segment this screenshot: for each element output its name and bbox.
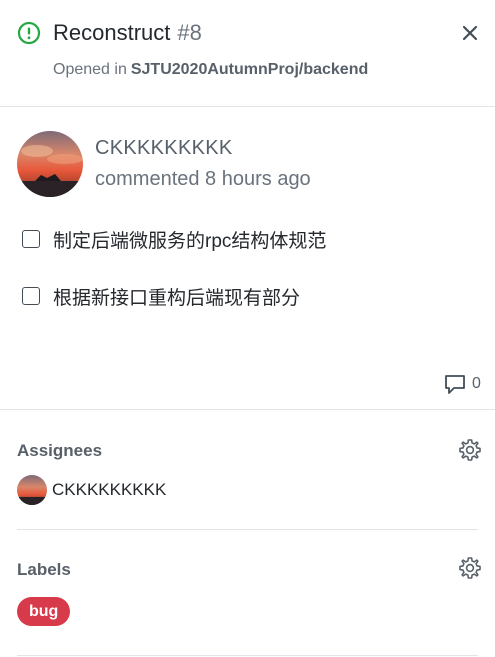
gear-icon[interactable] <box>458 556 482 580</box>
task-item: 制定后端微服务的rpc结构体规范 <box>22 227 327 252</box>
assignees-title: Assignees <box>17 441 103 460</box>
task-text: 根据新接口重构后端现有部分 <box>53 287 301 309</box>
assignees-section: Assignees CKKKKKKKKK <box>0 411 495 531</box>
issue-opened-icon <box>17 21 41 45</box>
section-divider <box>17 529 478 530</box>
task-item: 根据新接口重构后端现有部分 <box>22 284 301 309</box>
task-checkbox[interactable] <box>22 287 40 305</box>
task-text: 制定后端微服务的rpc结构体规范 <box>53 230 327 252</box>
label-bug[interactable]: bug <box>17 597 71 626</box>
issue-title-text: Reconstruct <box>53 20 171 45</box>
task-checkbox[interactable] <box>22 230 40 248</box>
close-icon[interactable] <box>459 22 481 44</box>
gear-icon[interactable] <box>458 438 482 462</box>
repo-link[interactable]: SJTU2020AutumnProj/backend <box>131 61 368 78</box>
issue-header: Reconstruct #8 Opened in SJTU2020AutumnPro… <box>0 0 495 107</box>
opened-in-label: Opened in <box>53 61 127 78</box>
labels-title: Labels <box>17 560 71 579</box>
comment-bubble-icon <box>445 375 465 394</box>
labels-section: Labels bug <box>0 531 495 657</box>
assignee-name: CKKKKKKKKK <box>52 480 167 499</box>
issue-subtitle: Opened in SJTU2020AutumnProj/backend <box>53 60 368 80</box>
section-divider <box>17 655 478 656</box>
assignee-item[interactable]: CKKKKKKKKK <box>17 475 166 505</box>
issue-title: Reconstruct #8 <box>53 19 202 47</box>
comment-timestamp: commented 8 hours ago <box>95 168 311 190</box>
avatar <box>17 475 47 505</box>
issue-number: #8 <box>177 20 202 45</box>
comment-author[interactable]: CKKKKKKKKK <box>95 137 233 160</box>
comments-count-value: 0 <box>472 375 481 392</box>
comments-count[interactable]: 0 <box>444 373 481 395</box>
issue-comment: CKKKKKKKKK commented 8 hours ago 制定后端微服务… <box>0 107 495 410</box>
avatar[interactable] <box>17 131 83 197</box>
